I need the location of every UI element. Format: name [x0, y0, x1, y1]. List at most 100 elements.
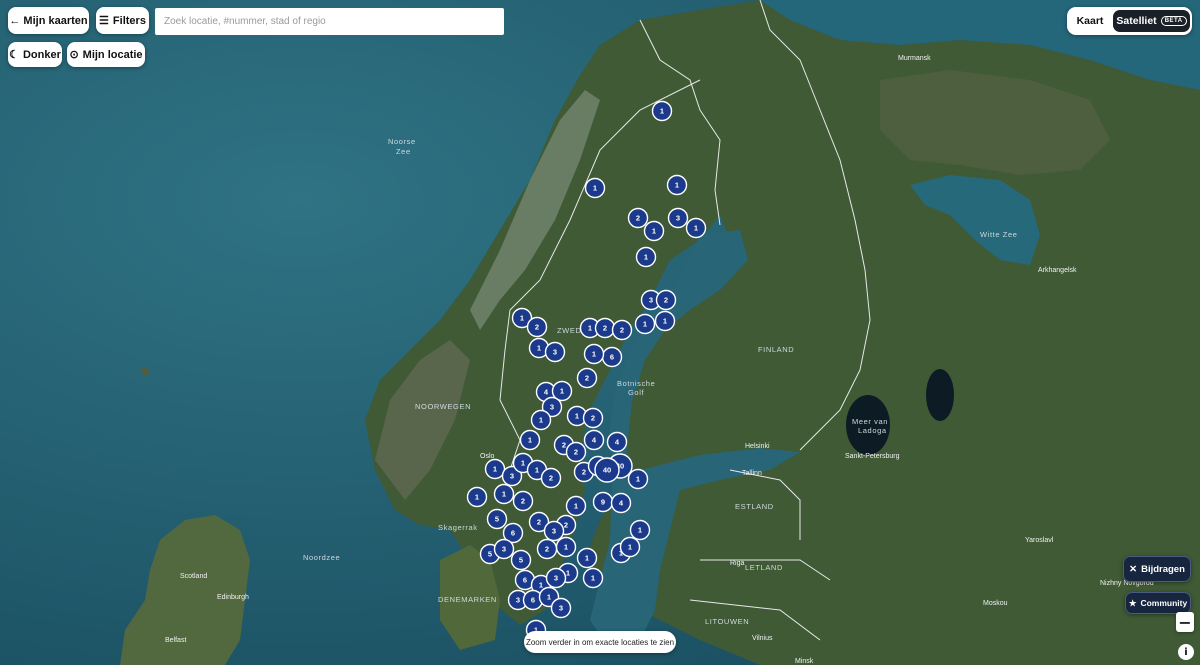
satellite-view-option[interactable]: Satelliet BETA — [1113, 10, 1190, 32]
cluster-marker[interactable]: 2 — [655, 289, 677, 311]
cluster-count: 2 — [636, 214, 640, 223]
svg-text:NOORWEGEN: NOORWEGEN — [415, 402, 471, 411]
cluster-count: 1 — [643, 320, 647, 329]
cluster-marker[interactable]: 3 — [543, 520, 565, 542]
cluster-count: 1 — [675, 181, 679, 190]
cluster-count: 1 — [521, 459, 525, 468]
cluster-count: 1 — [528, 436, 532, 445]
cluster-marker[interactable]: 1 — [584, 177, 606, 199]
back-to-my-maps-button[interactable]: ← Mijn kaarten — [8, 7, 89, 34]
cluster-count: 40 — [603, 466, 611, 475]
cluster-marker[interactable]: 3 — [550, 597, 572, 619]
cluster-marker[interactable]: 1 — [466, 486, 488, 508]
cluster-marker[interactable]: 2 — [512, 490, 534, 512]
cluster-count: 9 — [601, 498, 605, 507]
dark-mode-button[interactable]: ☾ Donker — [8, 42, 62, 67]
cluster-count: 3 — [553, 348, 557, 357]
svg-text:Riga: Riga — [730, 560, 745, 567]
cluster-marker[interactable]: 1 — [555, 536, 577, 558]
cluster-marker[interactable]: 5 — [510, 549, 532, 571]
cluster-marker[interactable]: 1 — [583, 343, 605, 365]
svg-text:Vilnius: Vilnius — [752, 635, 773, 642]
cluster-marker[interactable]: 3 — [667, 207, 689, 229]
svg-text:Yaroslavl: Yaroslavl — [1025, 537, 1054, 544]
cluster-count: 2 — [535, 323, 539, 332]
cluster-marker[interactable]: 3 — [544, 341, 566, 363]
svg-text:Sankt-Petersburg: Sankt-Petersburg — [845, 453, 900, 460]
filters-label: Filters — [112, 14, 146, 27]
cluster-marker[interactable]: 2 — [540, 467, 562, 489]
cluster-count: 1 — [574, 502, 578, 511]
cluster-marker[interactable]: 1 — [484, 458, 506, 480]
cluster-marker[interactable]: 4 — [606, 431, 628, 453]
cluster-marker[interactable]: 1 — [635, 246, 657, 268]
moon-icon: ☾ — [9, 49, 19, 61]
cluster-count: 2 — [521, 497, 525, 506]
community-button[interactable]: ★ Community — [1125, 592, 1191, 614]
cluster-marker[interactable]: 2 — [627, 207, 649, 229]
cluster-marker[interactable]: 9 — [592, 491, 614, 513]
cluster-marker[interactable]: 1 — [666, 174, 688, 196]
cluster-marker[interactable]: 1 — [643, 220, 665, 242]
svg-text:ESTLAND: ESTLAND — [735, 502, 774, 511]
cluster-marker[interactable]: 1 — [685, 217, 707, 239]
cluster-marker[interactable]: 1 — [576, 547, 598, 569]
cluster-marker[interactable]: 1 — [519, 429, 541, 451]
cluster-marker[interactable]: 2 — [536, 538, 558, 560]
zoom-out-button[interactable]: − — [1176, 612, 1194, 632]
cluster-marker[interactable]: 2 — [526, 316, 548, 338]
cluster-marker[interactable]: 3 — [493, 538, 515, 560]
svg-text:DENEMARKEN: DENEMARKEN — [438, 595, 497, 604]
cluster-marker[interactable]: 1 — [654, 310, 676, 332]
locate-target-icon: ⊙ — [69, 49, 79, 61]
cluster-count: 6 — [531, 596, 535, 605]
cluster-count: 2 — [591, 414, 595, 423]
search-input[interactable] — [155, 8, 504, 35]
cluster-count: 2 — [664, 296, 668, 305]
zoom-hint-toast: Zoom verder in om exacte locaties te zie… — [524, 631, 676, 653]
cluster-marker[interactable]: 2 — [565, 441, 587, 463]
cluster-marker[interactable]: 6 — [601, 346, 623, 368]
svg-text:Golf: Golf — [628, 388, 644, 397]
cluster-marker[interactable]: 1 — [565, 495, 587, 517]
cluster-marker[interactable]: 40 — [594, 457, 620, 483]
cluster-marker[interactable]: 1 — [629, 519, 651, 541]
filters-button[interactable]: ☰ Filters — [96, 7, 149, 34]
cluster-marker[interactable]: 1 — [634, 313, 656, 335]
cluster-marker[interactable]: 5 — [486, 508, 508, 530]
filter-lines-icon: ☰ — [99, 15, 109, 27]
cluster-count: 5 — [495, 515, 499, 524]
cluster-count: 1 — [475, 493, 479, 502]
svg-text:Oslo: Oslo — [480, 453, 495, 460]
svg-text:Minsk: Minsk — [795, 658, 814, 665]
map-view-option[interactable]: Kaart — [1069, 10, 1111, 32]
cluster-marker[interactable]: 4 — [583, 429, 605, 451]
cluster-marker[interactable]: 1 — [582, 567, 604, 589]
cluster-count: 1 — [537, 344, 541, 353]
svg-text:Skagerrak: Skagerrak — [438, 523, 478, 532]
satellite-view-label: Satelliet — [1116, 15, 1157, 27]
cluster-count: 1 — [566, 569, 570, 578]
cluster-count: 3 — [502, 545, 506, 554]
cluster-marker[interactable]: 1 — [619, 536, 641, 558]
cluster-marker[interactable]: 1 — [530, 409, 552, 431]
cluster-marker[interactable]: 3 — [545, 567, 567, 589]
back-to-my-maps-label: ← Mijn kaarten — [9, 14, 88, 27]
cluster-marker[interactable]: 1 — [493, 483, 515, 505]
cluster-count: 6 — [523, 576, 527, 585]
cluster-marker[interactable]: 1 — [627, 468, 649, 490]
cluster-marker[interactable]: 1 — [651, 100, 673, 122]
cluster-marker[interactable]: 2 — [582, 407, 604, 429]
info-icon[interactable]: i — [1178, 644, 1194, 660]
cluster-count: 1 — [539, 416, 543, 425]
my-location-label: Mijn locatie — [82, 48, 143, 61]
cluster-marker[interactable]: 2 — [594, 317, 616, 339]
satellite-map[interactable]: Noorse Zee Witte Zee FINLAND NOORWEGEN Z… — [0, 0, 1200, 665]
cluster-marker[interactable]: 4 — [610, 492, 632, 514]
cluster-marker[interactable]: 2 — [611, 319, 633, 341]
svg-text:Moskou: Moskou — [983, 600, 1008, 607]
contribute-button[interactable]: ✕ Bijdragen — [1123, 556, 1191, 582]
my-location-button[interactable]: ⊙ Mijn locatie — [67, 42, 145, 67]
svg-text:Ladoga: Ladoga — [858, 426, 887, 435]
cluster-marker[interactable]: 2 — [576, 367, 598, 389]
